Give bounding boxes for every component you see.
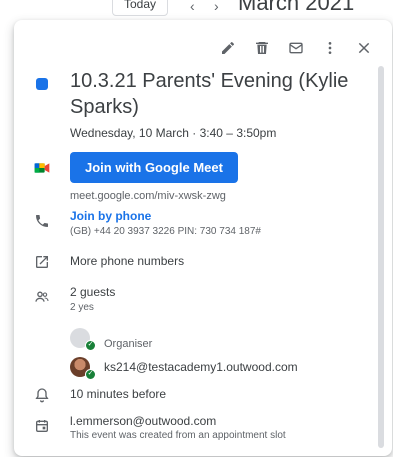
calendar-icon [36, 420, 48, 432]
event-date-time: Wednesday, 10 March · 3:40 – 3:50pm [70, 126, 277, 140]
guest-item[interactable]: ✓ ks214@testacademy1.outwood.com [14, 357, 366, 380]
phone-details: (GB) +44 20 3937 3226 PIN: 730 734 187# [70, 226, 261, 237]
event-title: 10.3.21 Parents' Evening (Kylie Sparks) [70, 70, 349, 118]
avatar: ✓ [70, 357, 96, 380]
calendar-row: l.emmerson@outwood.com This event was cr… [14, 414, 366, 441]
event-title-row: 10.3.21 Parents' Evening (Kylie Sparks) … [14, 68, 366, 140]
more-numbers-row[interactable]: More phone numbers [14, 254, 366, 270]
avatar: ✓ [70, 328, 96, 351]
popup-scrollbar[interactable] [378, 66, 384, 448]
meet-row: Join with Google Meet meet.google.com/mi… [14, 152, 366, 202]
phone-icon [36, 215, 48, 227]
guests-row: 2 guests 2 yes [14, 285, 366, 313]
reminder-label: 10 minutes before [70, 387, 167, 401]
bell-icon [35, 388, 49, 403]
join-meet-button[interactable]: Join with Google Meet [70, 152, 238, 183]
google-meet-icon [34, 163, 50, 173]
month-title: March 2021 [238, 0, 355, 15]
trash-icon[interactable] [248, 34, 276, 62]
guest-item[interactable]: ✓ Organiser [14, 326, 366, 351]
more-vert-icon[interactable] [316, 34, 344, 62]
prev-period-button[interactable]: ‹ [190, 0, 195, 14]
join-by-phone-link[interactable]: Join by phone [70, 209, 366, 223]
calendar-header: Today ‹ › March 2021 [0, 0, 393, 22]
more-numbers-label[interactable]: More phone numbers [70, 254, 366, 268]
reminder-row: 10 minutes before [14, 387, 366, 403]
next-period-button[interactable]: › [214, 0, 219, 14]
popup-toolbar [214, 34, 378, 62]
calendar-grid-edge [0, 22, 14, 457]
accepted-check-icon: ✓ [85, 340, 96, 351]
meet-link[interactable]: meet.google.com/miv-xwsk-zwg [70, 190, 366, 202]
today-button[interactable]: Today [112, 0, 168, 16]
calendar-owner: l.emmerson@outwood.com [70, 414, 217, 428]
pencil-icon[interactable] [214, 34, 242, 62]
event-details-popup: 10.3.21 Parents' Evening (Kylie Sparks) … [14, 20, 392, 456]
guest-count: 2 guests [70, 285, 116, 299]
accepted-check-icon: ✓ [85, 369, 96, 380]
mail-icon[interactable] [282, 34, 310, 62]
open-external-icon [36, 256, 48, 268]
people-icon [35, 291, 49, 302]
event-source-note: This event was created from an appointme… [70, 430, 286, 441]
guest-email: ks214@testacademy1.outwood.com [104, 360, 298, 374]
guest-role: Organiser [104, 338, 153, 350]
close-icon[interactable] [350, 34, 378, 62]
phone-row: Join by phone (GB) +44 20 3937 3226 PIN:… [14, 209, 366, 237]
guest-rsvp-summary: 2 yes [70, 302, 94, 313]
event-color-swatch [36, 78, 48, 90]
